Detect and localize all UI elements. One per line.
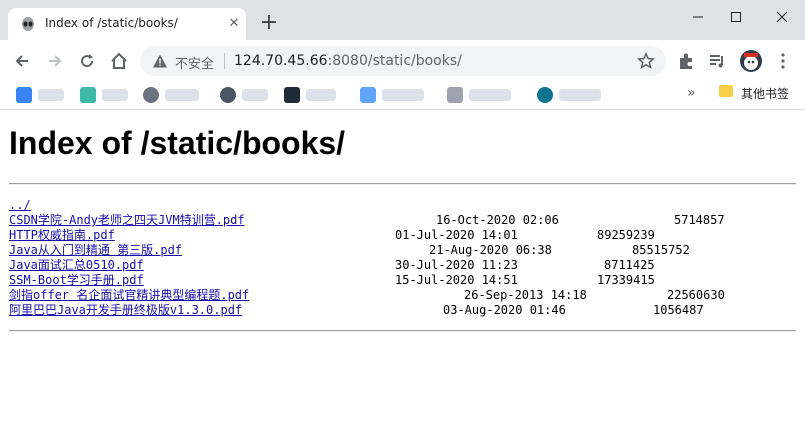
bookmark-item[interactable] <box>537 87 611 105</box>
file-size: 22560630 <box>667 288 725 302</box>
back-arrow-icon[interactable] <box>12 51 32 71</box>
bookmark-favicon-icon <box>360 87 376 103</box>
bookmark-favicon-icon <box>447 87 463 103</box>
bookmark-item[interactable] <box>360 87 434 105</box>
not-secure-label[interactable]: 不安全 <box>175 53 214 72</box>
file-date: 16-Oct-2020 02:06 <box>436 213 559 227</box>
file-date: 01-Jul-2020 14:01 <box>395 228 518 242</box>
bookmark-item[interactable] <box>220 87 270 105</box>
more-bookmarks-chevron-icon[interactable]: » <box>687 85 696 101</box>
bookmark-label-blurred <box>38 89 64 101</box>
other-bookmarks-folder[interactable]: 其他书签 <box>741 85 789 102</box>
warning-icon[interactable] <box>152 53 168 69</box>
media-queue-icon[interactable] <box>707 51 727 71</box>
top-divider <box>9 183 796 185</box>
file-listing: ../ CSDN学院-Andy老师之四天JVM特训营.pdf 16-Oct-202… <box>9 198 725 318</box>
list-item: HTTP权威指南.pdf 01-Jul-2020 14:01 89259239 <box>9 228 655 243</box>
file-size: 5714857 <box>674 213 725 227</box>
bookmark-label-blurred <box>559 89 601 101</box>
bookmark-label-blurred <box>165 89 199 101</box>
file-link[interactable]: HTTP权威指南.pdf <box>9 228 115 242</box>
bookmark-label-blurred <box>469 89 511 101</box>
file-date: 15-Jul-2020 14:51 <box>395 273 518 287</box>
bookmark-item[interactable] <box>16 87 66 105</box>
file-size: 8711425 <box>604 258 655 272</box>
url-host: 124.70.45.66 <box>234 53 328 69</box>
bookmark-label-blurred <box>306 89 336 101</box>
reload-icon[interactable] <box>77 51 97 71</box>
new-tab-button[interactable]: + <box>258 12 280 34</box>
file-link[interactable]: Java面试汇总0510.pdf <box>9 258 144 272</box>
file-link[interactable]: 剑指offer 名企面试官精讲典型编程题.pdf <box>9 288 249 302</box>
bookmark-star-icon[interactable] <box>637 52 655 70</box>
list-item: ../ <box>9 198 249 213</box>
list-item: 剑指offer 名企面试官精讲典型编程题.pdf 26-Sep-2013 14:1… <box>9 288 725 303</box>
extensions-icon[interactable] <box>676 51 696 71</box>
file-link[interactable]: Java从入门到精通 第三版.pdf <box>9 243 182 257</box>
file-date: 03-Aug-2020 01:46 <box>443 303 566 317</box>
file-size: 17339415 <box>597 273 655 287</box>
page-content: Index of /static/books/ ../ CSDN学院-Andy老… <box>0 111 805 428</box>
bookmark-item[interactable] <box>284 87 344 105</box>
file-date: 21-Aug-2020 06:38 <box>429 243 552 257</box>
alien-favicon-icon <box>22 17 34 31</box>
address-bar[interactable]: 不安全 124.70.45.66:8080/static/books/ <box>140 46 666 76</box>
home-icon[interactable] <box>109 51 129 71</box>
page-title: Index of /static/books/ <box>9 125 346 161</box>
bookmarks-bar <box>0 80 805 110</box>
profile-avatar[interactable] <box>740 50 762 72</box>
bookmark-favicon-icon <box>16 87 32 103</box>
bookmark-label-blurred <box>102 89 128 101</box>
forward-arrow-icon[interactable] <box>45 51 65 71</box>
tab-title: Index of /static/books/ <box>45 16 178 30</box>
bookmark-label-blurred <box>242 89 268 101</box>
file-link[interactable]: 阿里巴巴Java开发手册终极版v1.3.0.pdf <box>9 303 242 317</box>
list-item: SSM-Boot学习手册.pdf 15-Jul-2020 14:51 1733941… <box>9 273 655 288</box>
bookmark-item[interactable] <box>80 87 130 105</box>
close-tab-icon[interactable]: ✕ <box>226 16 242 32</box>
bookmark-favicon-icon <box>80 87 96 103</box>
list-item: 阿里巴巴Java开发手册终极版v1.3.0.pdf 03-Aug-2020 01:… <box>9 303 704 318</box>
bookmark-item[interactable] <box>447 87 521 105</box>
file-link[interactable]: SSM-Boot学习手册.pdf <box>9 273 144 287</box>
bookmark-item[interactable] <box>143 87 203 105</box>
list-item: Java面试汇总0510.pdf 30-Jul-2020 11:23 8711425 <box>9 258 655 273</box>
folder-icon <box>719 85 733 97</box>
github-icon <box>143 87 159 103</box>
file-date: 30-Jul-2020 11:23 <box>395 258 518 272</box>
url-text[interactable]: 124.70.45.66:8080/static/books/ <box>234 53 462 69</box>
bookmark-favicon-icon <box>284 87 300 103</box>
bookmark-favicon-icon <box>537 87 553 103</box>
url-path: :8080/static/books/ <box>327 53 462 69</box>
list-item: CSDN学院-Andy老师之四天JVM特训营.pdf 16-Oct-2020 02… <box>9 213 725 228</box>
bookmark-label-blurred <box>382 89 424 101</box>
more-menu-icon[interactable] <box>773 51 793 71</box>
file-link[interactable]: CSDN学院-Andy老师之四天JVM特训营.pdf <box>9 213 245 227</box>
file-size: 1056487 <box>653 303 704 317</box>
parent-directory-link[interactable]: ../ <box>9 198 31 212</box>
file-date: 26-Sep-2013 14:18 <box>464 288 587 302</box>
maximize-icon[interactable] <box>724 6 748 28</box>
bookmark-favicon-icon <box>220 87 236 103</box>
tab-active[interactable]: Index of /static/books/ ✕ <box>8 8 246 40</box>
close-window-icon[interactable] <box>770 6 794 28</box>
bottom-divider <box>9 330 796 332</box>
file-size: 85515752 <box>632 243 690 257</box>
divider <box>224 53 225 69</box>
file-size: 89259239 <box>597 228 655 242</box>
minimize-icon[interactable] <box>686 6 710 28</box>
list-item: Java从入门到精通 第三版.pdf 21-Aug-2020 06:38 85515… <box>9 243 690 258</box>
tab-strip: Index of /static/books/ ✕ + <box>0 0 805 40</box>
